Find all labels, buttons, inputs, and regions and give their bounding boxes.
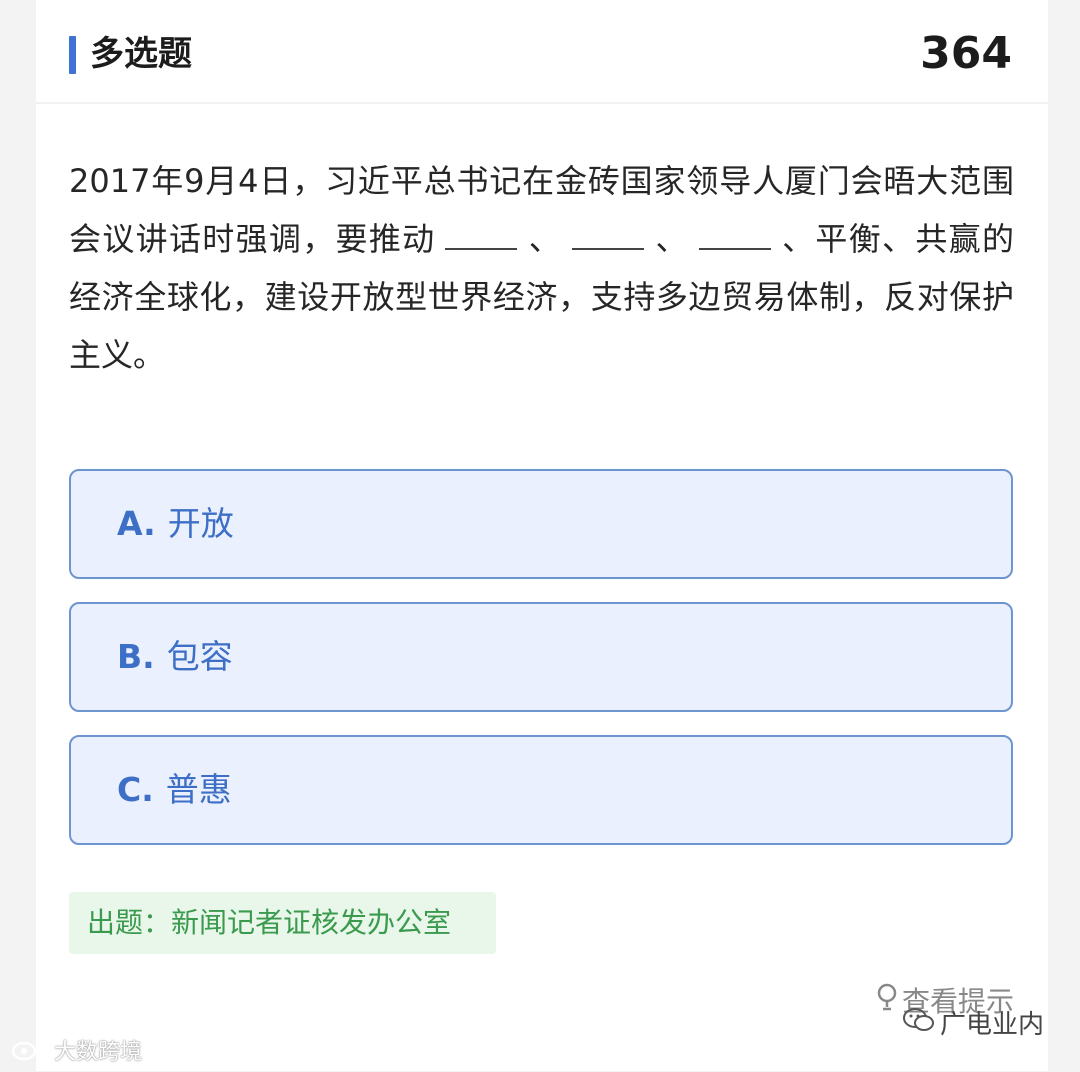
option-b-letter: B.: [117, 637, 155, 676]
option-b-text: 包容: [166, 637, 233, 676]
weibo-icon: [10, 1033, 51, 1072]
question-type: 多选题: [90, 34, 192, 74]
question-text: 2017年9月4日，习近平总书记在金砖国家领导人厦门会晤大范围会议讲话时强调，要…: [69, 152, 1014, 384]
option-b[interactable]: B. 包容: [69, 602, 1013, 712]
wechat-icon: [902, 1006, 936, 1045]
watermark-right: 广电业内: [902, 1006, 1044, 1045]
option-c-label: C. 普惠: [117, 737, 232, 843]
watermark-right-text: 广电业内: [939, 1010, 1044, 1040]
question-number: 364: [920, 28, 1012, 79]
option-b-label: B. 包容: [117, 604, 233, 710]
option-a[interactable]: A. 开放: [69, 469, 1013, 579]
blank-2: [572, 210, 645, 250]
question-card: 多选题 364 2017年9月4日，习近平总书记在金砖国家领导人厦门会晤大范围会…: [36, 0, 1048, 1071]
option-c[interactable]: C. 普惠: [69, 735, 1013, 845]
question-separator-2: 、: [654, 220, 689, 258]
option-a-text: 开放: [167, 504, 234, 543]
question-source: 出题：新闻记者证核发办公室: [69, 892, 496, 954]
lightbulb-icon: [876, 983, 898, 1024]
question-header: 多选题 364: [36, 0, 1048, 104]
question-separator-1: 、: [527, 220, 563, 258]
blank-3: [698, 210, 771, 250]
option-a-label: A. 开放: [117, 471, 234, 577]
option-c-text: 普惠: [165, 770, 232, 809]
accent-bar: [69, 36, 76, 74]
watermark-left-text: 大数跨境: [54, 1040, 143, 1065]
option-a-letter: A.: [117, 504, 156, 543]
blank-1: [445, 210, 518, 250]
option-c-letter: C.: [117, 770, 154, 809]
watermark-left: 大数跨境: [10, 1033, 143, 1072]
